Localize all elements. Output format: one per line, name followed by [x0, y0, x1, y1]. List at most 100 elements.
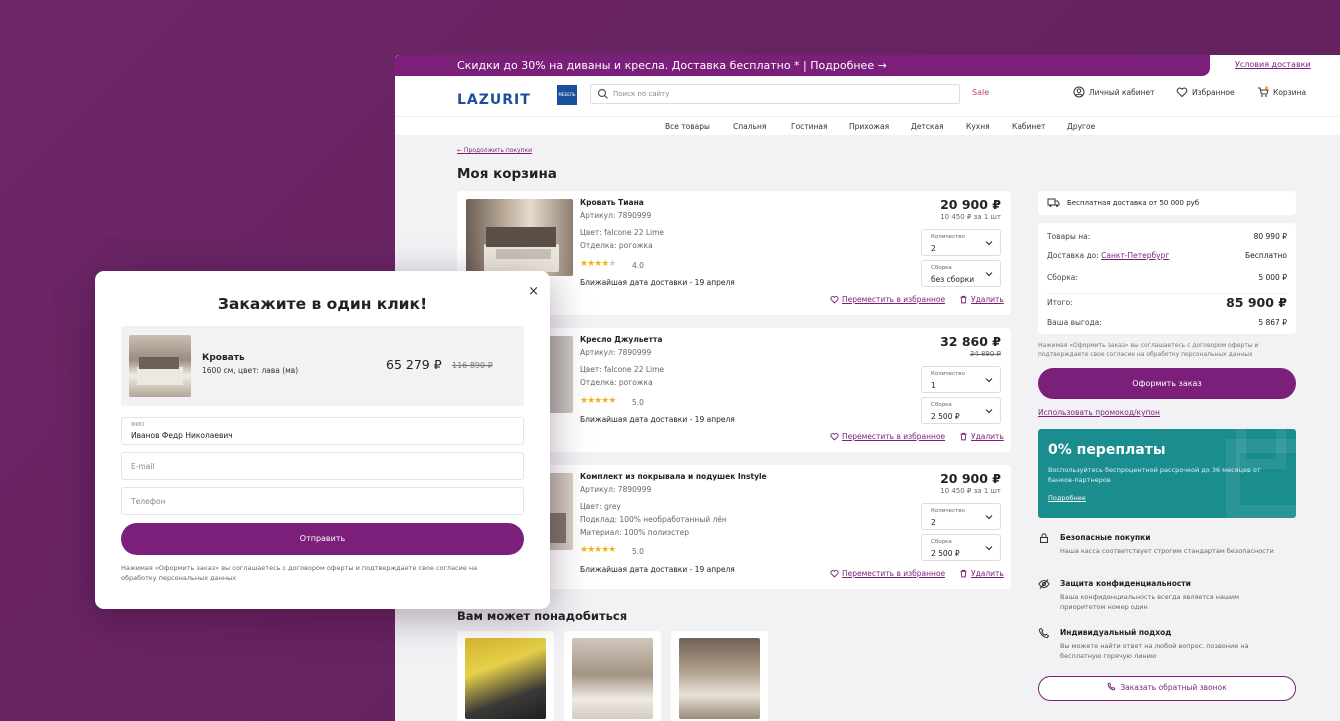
- phone-icon: [1107, 682, 1116, 691]
- logo[interactable]: LAZURIT: [457, 92, 531, 108]
- nav-item-hallway[interactable]: Прихожая: [849, 122, 889, 131]
- rating-value: 5.0: [632, 398, 644, 407]
- callback-label: Заказать обратный звонок: [1120, 683, 1227, 692]
- assembly-select[interactable]: Сборка 2 500 ₽: [921, 397, 1001, 424]
- fio-field[interactable]: ФИО Иванов Федр Николаевич: [121, 417, 524, 445]
- unit-price: 10 450 ₽ за 1 шт: [940, 213, 1001, 221]
- recommendation-card[interactable]: [457, 631, 554, 721]
- heart-icon: [830, 570, 839, 578]
- favorites-action-label: Переместить в избранное: [842, 432, 946, 441]
- modal-product: Кровать 1600 см, цвет: лава (мв) 65 279 …: [121, 326, 524, 406]
- delete-item-link[interactable]: Удалить: [959, 432, 1004, 441]
- rating-stars: ★★★★★: [580, 259, 616, 269]
- move-to-favorites-link[interactable]: Переместить в избранное: [830, 569, 945, 578]
- nav-item-other[interactable]: Другое: [1067, 122, 1095, 131]
- phone-icon: [1038, 627, 1050, 639]
- unit-price: 10 450 ₽ за 1 шт: [940, 487, 1001, 495]
- promo-code-link[interactable]: Использовать промокод/купон: [1038, 408, 1160, 417]
- product-name: Кровать: [202, 353, 245, 363]
- promo-banner[interactable]: Скидки до 30% на диваны и кресла. Достав…: [395, 55, 1210, 76]
- continue-shopping-link[interactable]: ← Продолжить покупки: [457, 147, 532, 154]
- feature-title: Защита конфиденциальности: [1060, 579, 1191, 588]
- product-color: Цвет: grey: [580, 502, 621, 511]
- installment-title: 0% переплаты: [1048, 442, 1166, 458]
- trash-icon: [960, 295, 967, 304]
- feature-text: Ваша конфиденциальность всегда является …: [1060, 593, 1240, 611]
- email-field[interactable]: E-mail: [121, 452, 524, 480]
- callback-button[interactable]: Заказать обратный звонок: [1038, 676, 1296, 701]
- move-to-favorites-link[interactable]: Переместить в избранное: [830, 295, 945, 304]
- submit-button[interactable]: Отправить: [121, 523, 524, 555]
- product-name[interactable]: Кресло Джульетта: [580, 335, 662, 344]
- chevron-down-icon: [985, 515, 993, 520]
- checkout-button[interactable]: Оформить заказ: [1038, 368, 1296, 399]
- nav-item-kids[interactable]: Детская: [911, 122, 944, 131]
- summary-benefit: Ваша выгода: 5 867 ₽: [1047, 318, 1287, 327]
- modal-agreement-note: Нажимая «Оформить заказ» вы соглашаетесь…: [121, 564, 478, 582]
- delete-item-link[interactable]: Удалить: [959, 295, 1004, 304]
- cart-link[interactable]: Корзина: [1257, 86, 1306, 98]
- installment-more-link[interactable]: Подробнее: [1048, 494, 1086, 502]
- product-name[interactable]: Кровать Тиана: [580, 198, 644, 207]
- close-icon[interactable]: ×: [528, 284, 539, 299]
- quantity-value: 2: [931, 518, 936, 527]
- quantity-select[interactable]: Количество 2: [921, 229, 1001, 256]
- total-value: 85 900 ₽: [1226, 295, 1287, 310]
- delivery-terms-link[interactable]: Условия доставки: [1235, 60, 1311, 69]
- fio-label: ФИО: [131, 422, 145, 428]
- chevron-down-icon: [985, 409, 993, 414]
- summary-total: Итого: 85 900 ₽: [1047, 295, 1287, 310]
- chevron-down-icon: [985, 546, 993, 551]
- quantity-select[interactable]: Количество 1: [921, 366, 1001, 393]
- recommendation-card[interactable]: [671, 631, 768, 721]
- sale-link[interactable]: Sale: [972, 88, 989, 97]
- product-image: [679, 638, 760, 719]
- summary-label: Доставка до:: [1047, 251, 1099, 260]
- favorites-action-label: Переместить в избранное: [842, 295, 946, 304]
- product-name[interactable]: Комплект из покрывала и подушек Instyle: [580, 472, 767, 481]
- installment-banner: 0% переплаты Воспользуйтесь беспроцентно…: [1038, 429, 1296, 518]
- nav-item-all[interactable]: Все товары: [665, 122, 710, 131]
- search-placeholder: Поиск по сайту: [613, 90, 670, 98]
- free-shipping-text: Бесплатная доставка от 50 000 руб: [1067, 199, 1200, 207]
- trash-icon: [960, 569, 967, 578]
- chevron-down-icon: [985, 272, 993, 277]
- search-input[interactable]: Поиск по сайту: [590, 84, 960, 104]
- recommendation-card[interactable]: [564, 631, 661, 721]
- product-image: [572, 638, 653, 719]
- email-placeholder: E-mail: [131, 462, 155, 471]
- quantity-select[interactable]: Количество 2: [921, 503, 1001, 530]
- favorites-link[interactable]: Избранное: [1176, 86, 1235, 98]
- summary-value: 80 990 ₽: [1253, 232, 1287, 241]
- feature-title: Безопасные покупки: [1060, 533, 1151, 542]
- nav-item-office[interactable]: Кабинет: [1012, 122, 1045, 131]
- assembly-select[interactable]: Сборка без сборки: [921, 260, 1001, 287]
- favorites-action-label: Переместить в избранное: [842, 569, 946, 578]
- chevron-down-icon: [985, 378, 993, 383]
- account-link[interactable]: Личный кабинет: [1073, 86, 1155, 98]
- delete-label: Удалить: [971, 432, 1004, 441]
- old-price: 34 890 ₽: [969, 350, 1001, 358]
- product-finish: Отделка: рогожка: [580, 241, 653, 250]
- search-icon: [597, 88, 608, 99]
- product-image[interactable]: [466, 199, 573, 276]
- heart-icon: [830, 433, 839, 441]
- phone-field[interactable]: Телефон: [121, 487, 524, 515]
- delete-item-link[interactable]: Удалить: [959, 569, 1004, 578]
- promo-text[interactable]: Скидки до 30% на диваны и кресла. Достав…: [457, 59, 887, 72]
- move-to-favorites-link[interactable]: Переместить в избранное: [830, 432, 945, 441]
- assembly-value: без сборки: [931, 275, 975, 284]
- nav-item-bedroom[interactable]: Спальня: [733, 122, 766, 131]
- cart-label: Корзина: [1273, 87, 1307, 97]
- fio-value: Иванов Федр Николаевич: [131, 431, 233, 440]
- nav-item-living[interactable]: Гостиная: [791, 122, 828, 131]
- delivery-city-link[interactable]: Санкт-Петербург: [1101, 251, 1169, 260]
- delivery-date: Ближайшая дата доставки - 19 апреля: [580, 415, 735, 424]
- nav-item-kitchen[interactable]: Кухня: [966, 122, 990, 131]
- quantity-value: 1: [931, 381, 936, 390]
- agreement-note: Нажимая «Оформить заказ» вы соглашаетесь…: [1038, 342, 1259, 358]
- summary-delivery: Доставка до: Санкт-Петербург Бесплатно: [1047, 251, 1287, 260]
- rating-stars: ★★★★★: [580, 545, 616, 555]
- assembly-label: Сборка: [931, 539, 952, 545]
- assembly-select[interactable]: Сборка 2 500 ₽: [921, 534, 1001, 561]
